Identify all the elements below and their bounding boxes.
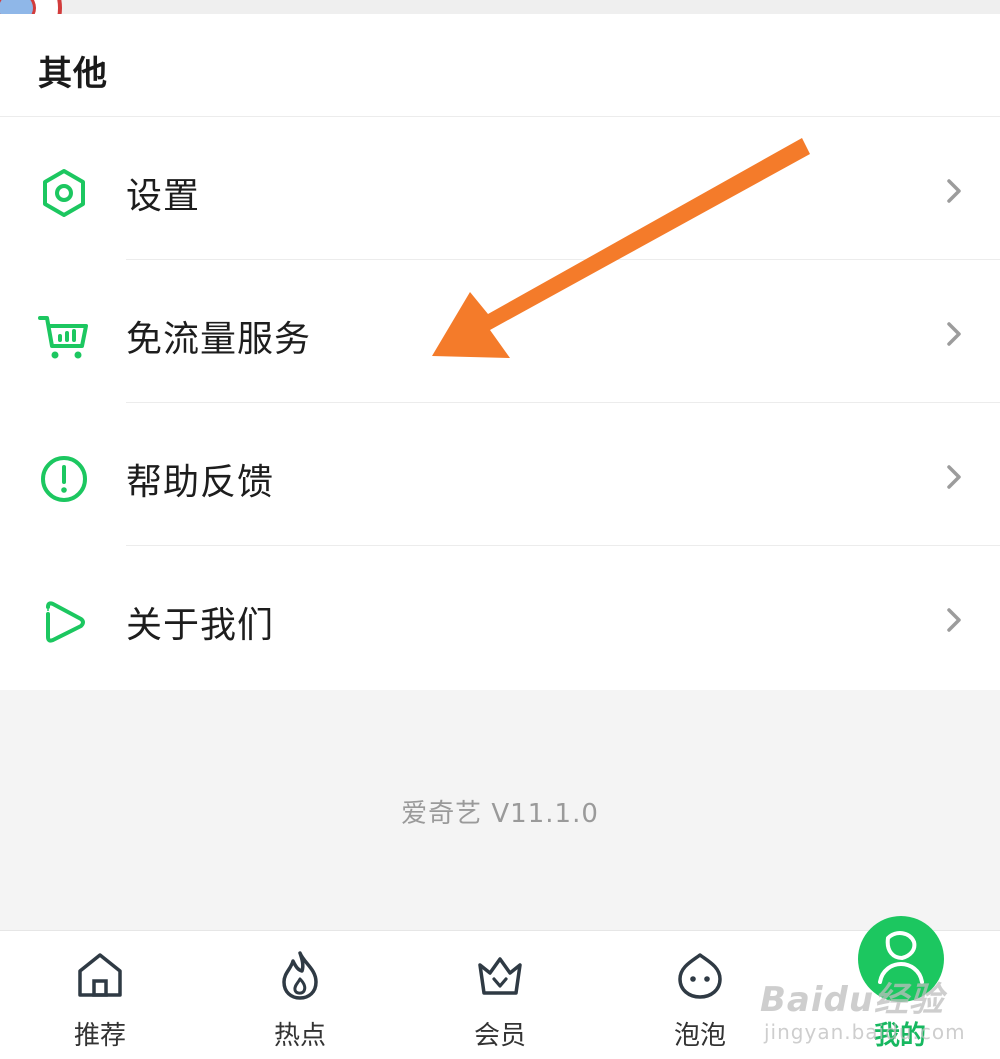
chevron-right-icon [947, 179, 961, 203]
menu-item-label: 关于我们 [126, 605, 275, 646]
help-exclamation-icon [41, 456, 87, 502]
top-strip [0, 0, 1000, 14]
settings-hexagon-icon [43, 169, 85, 217]
tab-label: 推荐 [73, 1021, 126, 1051]
watermark-brand: Baidu经验 [760, 980, 945, 1020]
chevron-right-icon [947, 465, 961, 489]
flame-icon [282, 951, 318, 1000]
menu-item-about-us[interactable]: 关于我们 [0, 546, 1000, 689]
menu-item-free-data-service[interactable]: 免流量服务 [0, 260, 1000, 403]
menu-item-label: 设置 [126, 176, 201, 217]
tab-hot[interactable]: 热点 [200, 931, 400, 1059]
chevron-right-icon [947, 608, 961, 632]
tab-label: 会员 [473, 1021, 526, 1051]
bubble-face-icon [678, 953, 722, 999]
tab-label: 热点 [273, 1021, 326, 1051]
menu-item-help-feedback[interactable]: 帮助反馈 [0, 403, 1000, 546]
menu-item-settings[interactable]: 设置 [0, 117, 1000, 260]
other-section-panel: 其他 设置 免流量服务 帮助反馈 关于我们 [0, 14, 1000, 690]
chevron-right-icon [947, 322, 961, 346]
home-icon [78, 953, 122, 997]
cart-icon [38, 316, 88, 359]
crown-icon [478, 957, 522, 995]
menu-item-label: 免流量服务 [126, 319, 312, 360]
section-title: 其他 [38, 54, 108, 94]
tab-vip[interactable]: 会员 [400, 931, 600, 1059]
menu-item-label: 帮助反馈 [126, 462, 275, 503]
play-about-icon [46, 601, 85, 643]
tab-recommend[interactable]: 推荐 [0, 931, 200, 1059]
app-version: 爱奇艺 V11.1.0 [401, 799, 599, 829]
watermark-url: jingyan.baidu.com [764, 1020, 966, 1044]
